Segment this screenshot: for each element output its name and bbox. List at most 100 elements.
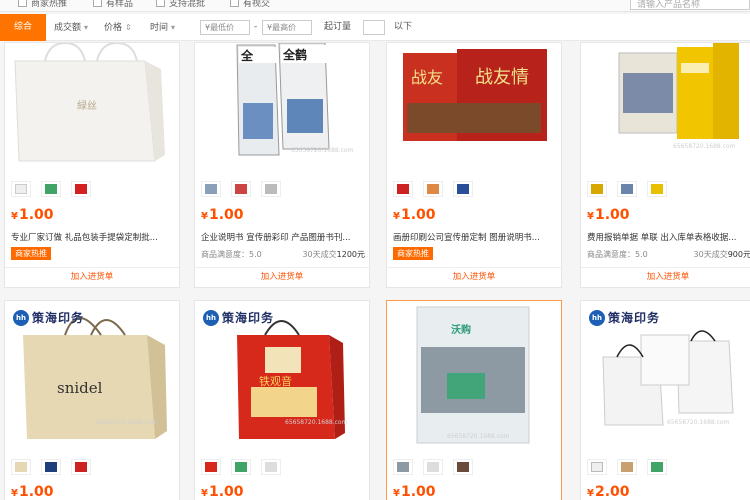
checkbox[interactable]: [93, 0, 102, 7]
filter-video[interactable]: 有视交: [230, 0, 270, 9]
thumbnail[interactable]: [587, 459, 607, 475]
price: ¥1.00: [11, 207, 54, 223]
bag-print-text: snidel: [57, 379, 103, 397]
product-image[interactable]: 战友 战友情: [387, 43, 561, 168]
thumbnail[interactable]: [647, 181, 667, 197]
tab-overall[interactable]: 综合: [0, 14, 46, 41]
price-max-input[interactable]: ¥最高价: [262, 20, 312, 35]
tab-sales[interactable]: 成交额 ▾: [54, 14, 88, 41]
product-title[interactable]: 专业厂家订做 礼品包装手提袋定制批...: [11, 231, 175, 243]
add-to-cart-button[interactable]: 加入进货单: [195, 267, 369, 285]
product-card[interactable]: hh 策海印务 snidel 65658720.1688.com ¥1.00: [4, 300, 180, 500]
thumbnail[interactable]: [261, 181, 281, 197]
thumbnail[interactable]: [41, 181, 61, 197]
product-title[interactable]: 画册印刷公司宣传册定制 图册说明书...: [393, 231, 557, 243]
product-title[interactable]: 费用报销单据 单联 出入库单表格收据...: [587, 231, 750, 243]
thumbnail[interactable]: [231, 181, 251, 197]
sort-arrow-icon: ▾: [84, 23, 89, 32]
filter-hot[interactable]: 商家热推: [18, 0, 67, 9]
thumbnail[interactable]: [423, 459, 443, 475]
price: ¥1.00: [201, 207, 244, 223]
product-card[interactable]: 沃购 65658720.1688.com ¥1.00: [386, 300, 562, 500]
thumbnail-strip: [11, 181, 91, 197]
watermark: 65658720.1688.com: [447, 433, 510, 440]
thumbnail[interactable]: [587, 181, 607, 197]
checkbox[interactable]: [156, 0, 165, 7]
tab-time[interactable]: 时间 ▾: [150, 14, 175, 41]
svg-text:铁观音: 铁观音: [259, 374, 292, 388]
thumbnail[interactable]: [617, 459, 637, 475]
product-card[interactable]: 65658720.1688.com ¥1.00 费用报销单据 单联 出入库单表格…: [580, 42, 750, 288]
thumbnail[interactable]: [453, 181, 473, 197]
price: ¥1.00: [393, 207, 436, 223]
thumbnail[interactable]: [201, 181, 221, 197]
hot-badge: 商家热推: [11, 247, 51, 260]
product-meta: 商品满意度：5.0 30天成交900元: [587, 250, 750, 259]
brand-logo: hh 策海印务: [203, 309, 274, 326]
thumbnail-strip: [587, 459, 667, 475]
price-separator: -: [254, 22, 258, 32]
moq-input[interactable]: [363, 20, 385, 35]
thumbnail[interactable]: [11, 459, 31, 475]
watermark: 65658720.1688.com: [95, 419, 158, 426]
hot-badge: 商家热推: [393, 247, 433, 260]
thumbnail[interactable]: [453, 459, 473, 475]
product-card[interactable]: 战友 战友情 ¥1.00 画册印刷公司宣传册定制 图册说明书... 商家热推 加…: [386, 42, 562, 288]
price: ¥1.00: [393, 484, 436, 500]
filter-sample[interactable]: 有样品: [93, 0, 133, 9]
product-title[interactable]: 企业说明书 宣传册彩印 产品图册书刊...: [201, 231, 365, 243]
thumbnail[interactable]: [393, 181, 413, 197]
product-card[interactable]: hh 策海印务 65658720.1688.com ¥2.00: [580, 300, 750, 500]
checkbox[interactable]: [18, 0, 27, 7]
thumbnail-strip: [201, 459, 281, 475]
brand-logo: hh 策海印务: [13, 309, 84, 326]
watermark: 65658720.1688.com: [667, 419, 730, 426]
price-min-input[interactable]: ¥最低价: [200, 20, 250, 35]
watermark: 65658720.1688.com: [285, 419, 348, 426]
product-meta: 商品满意度：5.0 30天成交1200元: [201, 250, 365, 259]
thumbnail[interactable]: [71, 181, 91, 197]
tab-price[interactable]: 价格 ⇕: [104, 14, 132, 41]
product-image[interactable]: 全 全鹤 65658720.1688.com: [195, 43, 369, 168]
thumbnail[interactable]: [71, 459, 91, 475]
product-image[interactable]: 緑丝: [5, 43, 179, 168]
thumbnail[interactable]: [261, 459, 281, 475]
product-image[interactable]: 铁观音 hh 策海印务 65658720.1688.com: [195, 301, 369, 451]
filter-mixed[interactable]: 支持混批: [156, 0, 205, 9]
svg-text:战友: 战友: [411, 68, 443, 87]
product-search-input[interactable]: 请输入产品名称: [630, 0, 750, 10]
sort-bar: 综合 成交额 ▾ 价格 ⇕ 时间 ▾ ¥最低价 - ¥最高价 起订量 以下: [0, 14, 750, 41]
thumbnail[interactable]: [647, 459, 667, 475]
watermark: 65658720.1688.com: [291, 147, 354, 154]
add-to-cart-button[interactable]: 加入进货单: [581, 267, 750, 285]
thumbnail[interactable]: [201, 459, 221, 475]
svg-text:全: 全: [240, 48, 254, 63]
svg-text:战友情: 战友情: [475, 67, 529, 88]
thumbnail[interactable]: [41, 459, 61, 475]
thumbnail[interactable]: [11, 181, 31, 197]
filter-bar: 商家热推 有样品 支持混批 有视交 请输入产品名称: [0, 0, 750, 12]
product-card[interactable]: 全 全鹤 65658720.1688.com ¥1.00 企业说明书 宣传册彩印…: [194, 42, 370, 288]
add-to-cart-button[interactable]: 加入进货单: [387, 267, 561, 285]
svg-text:緑丝: 緑丝: [77, 99, 97, 112]
moq-suffix: 以下: [394, 22, 413, 32]
product-image[interactable]: hh 策海印务 65658720.1688.com: [581, 301, 750, 451]
thumbnail-strip: [393, 181, 473, 197]
thumbnail-strip: [11, 459, 91, 475]
add-to-cart-button[interactable]: 加入进货单: [5, 267, 179, 285]
sort-arrow-icon: ▾: [171, 23, 176, 32]
price: ¥1.00: [587, 207, 630, 223]
thumbnail-strip: [587, 181, 667, 197]
price: ¥1.00: [11, 484, 54, 500]
product-image[interactable]: hh 策海印务 snidel 65658720.1688.com: [5, 301, 179, 451]
checkbox[interactable]: [230, 0, 239, 7]
product-card[interactable]: 緑丝 ¥1.00 专业厂家订做 礼品包装手提袋定制批... 商家热推 加入进货单: [4, 42, 180, 288]
thumbnail[interactable]: [423, 181, 443, 197]
thumbnail[interactable]: [617, 181, 637, 197]
product-image[interactable]: 沃购 65658720.1688.com: [387, 301, 561, 451]
thumbnail[interactable]: [393, 459, 413, 475]
thumbnail[interactable]: [231, 459, 251, 475]
product-card[interactable]: 铁观音 hh 策海印务 65658720.1688.com ¥1.00: [194, 300, 370, 500]
thumbnail-strip: [393, 459, 473, 475]
product-image[interactable]: 65658720.1688.com: [581, 43, 750, 168]
